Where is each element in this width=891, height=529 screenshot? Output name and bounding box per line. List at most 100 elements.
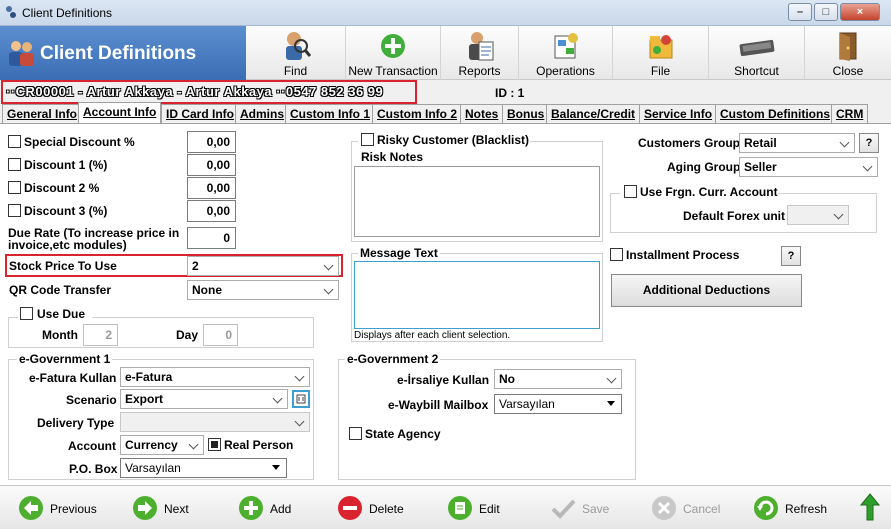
cancel-button[interactable]: Cancel [651,495,721,521]
special-discount-label: Special Discount % [24,135,135,149]
arrow-up-icon [859,493,881,521]
title-bar: Client Definitions [0,0,891,26]
discount2-checkbox[interactable] [8,181,21,194]
tab-admins[interactable]: Admins [235,104,290,123]
close-window-button[interactable]: × [840,3,880,21]
maximize-button[interactable]: □ [814,3,838,21]
tab-bonus[interactable]: Bonus [502,104,550,123]
risk-notes-textarea[interactable] [354,166,600,237]
tab-account-info[interactable]: Account Info [78,102,162,124]
previous-button[interactable]: Previous [18,495,98,521]
customers-group-select[interactable]: Retail [739,133,855,153]
tab-general-info[interactable]: General Info [2,104,83,123]
discount3-label: Discount 3 (%) [24,204,108,218]
tab-custom-info-1[interactable]: Custom Info 1 [285,104,375,123]
po-box-label: P.O. Box [69,462,118,476]
customers-group-help-button[interactable]: ? [859,133,879,153]
new-transaction-button[interactable]: New Transaction [346,26,441,80]
special-discount-checkbox[interactable] [8,135,21,148]
tab-id-card-info[interactable]: ID Card Info [161,104,239,123]
edit-button[interactable]: Edit [447,495,507,521]
chevron-down-icon [607,398,617,408]
plus-icon [381,34,405,58]
tab-notes[interactable]: Notes [460,104,504,123]
door-icon [839,32,857,61]
use-due-label: Use Due [37,307,86,321]
efatura-select[interactable]: e-Fatura [120,367,310,387]
chevron-down-icon [834,209,844,219]
discount2-input[interactable]: 0,00 [187,177,236,199]
default-forex-label: Default Forex unit [683,209,786,223]
discount1-input[interactable]: 0,00 [187,154,236,176]
next-button[interactable]: Next [132,495,202,521]
cancel-icon [652,496,676,520]
chevron-down-icon [272,462,282,472]
keyboard-icon [739,39,774,57]
chevron-down-icon [607,373,617,383]
reports-button[interactable]: Reports [441,26,519,80]
message-text-textarea[interactable] [354,261,600,329]
account-select[interactable]: Currency [120,435,204,455]
tab-crm[interactable]: CRM [831,104,869,123]
ewaybill-select[interactable]: Varsayılan [494,394,622,414]
stock-price-select[interactable]: 2 [187,256,339,276]
po-box-select[interactable]: Varsayılan [120,458,287,478]
installment-help-button[interactable]: ? [781,246,801,266]
frgn-account-checkbox[interactable] [624,185,637,198]
scenario-label: Scenario [66,393,117,407]
day-input[interactable]: 0 [203,324,238,346]
scroll-top-button[interactable] [859,493,881,521]
file-icon [649,35,672,59]
qr-code-select[interactable]: None [187,280,339,300]
real-person-checkbox[interactable] [208,438,221,451]
minimize-button[interactable]: – [788,3,812,21]
save-button[interactable]: Save [550,495,610,521]
discount3-input[interactable]: 0,00 [187,200,236,222]
discount1-checkbox[interactable] [8,158,21,171]
risky-customer-checkbox[interactable] [361,133,374,146]
tab-balance-credit[interactable]: Balance/Credit [546,104,641,123]
tab-service-info[interactable]: Service Info [639,104,718,123]
file-button[interactable]: File [613,26,709,80]
tab-custom-definitions[interactable]: Custom Definitions [715,104,835,123]
delivery-type-select[interactable] [120,412,310,432]
message-text-label: Message Text [358,246,440,260]
efatura-label: e-Fatura Kullan [29,371,117,385]
state-agency-checkbox[interactable] [349,427,362,440]
close-button[interactable]: Close [805,26,891,80]
additional-deductions-button[interactable]: Additional Deductions [611,274,802,307]
month-input[interactable]: 2 [83,324,118,346]
add-button[interactable]: Add [238,495,308,521]
refresh-button[interactable]: Refresh [753,495,833,521]
eirsaliye-label: e-İrsaliye Kullan [397,373,490,387]
find-button[interactable]: Find [246,26,346,80]
default-forex-select[interactable] [787,205,849,225]
egov2-title: e-Government 2 [345,352,441,366]
installment-checkbox[interactable] [610,248,623,261]
scenario-lookup-button[interactable] [292,390,310,408]
installment-label: Installment Process [626,248,740,262]
shortcut-button[interactable]: Shortcut [709,26,805,80]
app-icon [6,6,16,18]
chevron-down-icon [295,371,305,381]
aging-group-select[interactable]: Seller [739,157,878,177]
chevron-down-icon [840,137,850,147]
tab-custom-info-2[interactable]: Custom Info 2 [372,104,462,123]
users-icon [9,41,34,66]
chevron-down-icon [863,161,873,171]
eirsaliye-select[interactable]: No [494,369,622,389]
discount3-checkbox[interactable] [8,204,21,217]
risk-notes-label: Risk Notes [361,150,424,164]
operations-button[interactable]: Operations [519,26,613,80]
use-due-checkbox[interactable] [20,307,33,320]
header-banner: Client Definitions [0,26,246,80]
delete-button[interactable]: Delete [337,495,412,521]
due-rate-label: Due Rate (To increase price in invoice,e… [8,226,180,252]
due-rate-input[interactable]: 0 [187,227,236,249]
scenario-select[interactable]: Export [120,389,288,409]
main-toolbar: Find New Transaction Reports Operations … [246,26,891,80]
stock-price-label: Stock Price To Use [9,259,117,273]
month-label: Month [42,328,78,342]
client-id: ID : 1 [495,86,525,100]
special-discount-input[interactable]: 0,00 [187,131,236,153]
